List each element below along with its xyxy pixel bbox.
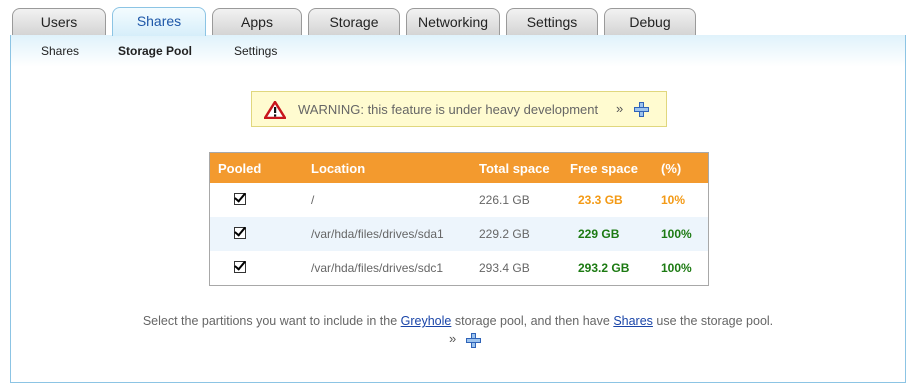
greyhole-link[interactable]: Greyhole (401, 314, 452, 328)
footer-text-1: Select the partitions you want to includ… (142, 314, 401, 328)
tab-settings[interactable]: Settings (506, 8, 598, 35)
warning-text: WARNING: this feature is under heavy dev… (298, 102, 599, 117)
pooled-cell (210, 183, 303, 217)
footer-text-3: use the storage pool. (652, 314, 774, 328)
pooled-cell (210, 251, 303, 285)
subnav-storage-pool[interactable]: Storage Pool (118, 44, 192, 58)
table-row: /var/hda/files/drives/sda1 229.2 GB 229 … (210, 217, 708, 251)
footer-chevron: » (449, 331, 457, 346)
storage-pool-table: Pooled Location Total space Free space (… (209, 152, 709, 286)
col-location: Location (303, 153, 471, 183)
subnav-settings[interactable]: Settings (234, 44, 277, 58)
tab-storage[interactable]: Storage (308, 8, 400, 35)
expand-plus-icon[interactable] (634, 102, 649, 117)
tab-shares[interactable]: Shares (112, 7, 206, 36)
content-panel: Shares Storage Pool Settings WARNING: th… (10, 35, 906, 383)
col-percent: (%) (653, 153, 708, 183)
table-header-row: Pooled Location Total space Free space (… (210, 153, 708, 183)
col-free-space: Free space (562, 153, 653, 183)
pooled-checkbox[interactable] (234, 260, 246, 273)
shares-link[interactable]: Shares (613, 314, 653, 328)
tab-apps[interactable]: Apps (212, 8, 302, 35)
percent-cell: 100% (653, 217, 708, 251)
tab-users[interactable]: Users (12, 8, 106, 35)
subnav-shares[interactable]: Shares (41, 44, 79, 58)
sub-navigation: Shares Storage Pool Settings (11, 35, 905, 67)
total-cell: 229.2 GB (471, 217, 562, 251)
location-cell: / (311, 193, 315, 207)
total-cell: 226.1 GB (479, 193, 530, 207)
pooled-checkbox[interactable] (234, 192, 246, 205)
table-row: /var/hda/files/drives/sdc1 293.4 GB 293.… (210, 251, 708, 285)
warning-chevron: » (616, 101, 624, 116)
location-cell: /var/hda/files/drives/sdc1 (311, 261, 444, 275)
warning-banner: WARNING: this feature is under heavy dev… (251, 91, 667, 127)
footer-text-2: storage pool, and then have (451, 314, 614, 328)
total-cell: 293.4 GB (479, 261, 530, 275)
pooled-checkbox[interactable] (234, 226, 246, 239)
free-cell: 229 GB (562, 217, 653, 251)
tab-networking[interactable]: Networking (406, 8, 500, 35)
col-pooled: Pooled (210, 153, 303, 183)
pooled-cell (210, 217, 303, 251)
location-cell: /var/hda/files/drives/sda1 (303, 217, 471, 251)
free-cell: 293.2 GB (578, 261, 630, 275)
percent-cell: 100% (661, 261, 692, 275)
footer-help-text: Select the partitions you want to includ… (11, 314, 905, 328)
warning-icon (264, 101, 286, 119)
tab-debug[interactable]: Debug (604, 8, 696, 35)
footer-plus-icon[interactable] (466, 333, 481, 348)
percent-cell: 10% (661, 193, 686, 207)
table-row: / 226.1 GB 23.3 GB 10% (210, 183, 708, 217)
col-total-space: Total space (471, 153, 562, 183)
free-cell: 23.3 GB (578, 193, 623, 207)
